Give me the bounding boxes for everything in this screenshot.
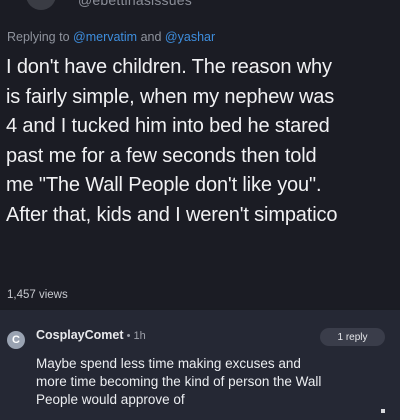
tweet-header: @ebettinasissues <box>0 0 400 14</box>
tweet-text: I don't have children. The reason why is… <box>6 56 338 226</box>
comment-text: Maybe spend less time making excuses and… <box>36 356 322 407</box>
replying-prefix: Replying to <box>7 30 74 44</box>
commenter-avatar[interactable]: C <box>7 331 25 349</box>
comment-timestamp: 1h <box>133 330 146 342</box>
replying-to-line: Replying to @mervatim and @yashar <box>7 30 215 44</box>
view-count[interactable]: 1,457 views <box>7 289 68 301</box>
commenter-username[interactable]: CosplayComet <box>36 328 124 342</box>
tweet-card: @ebettinasissues Replying to @mervatim a… <box>0 0 400 308</box>
comment-separator: • <box>123 330 134 342</box>
comment-card: C CosplayComet • 1h 1 reply Maybe spend … <box>0 310 400 420</box>
author-handle[interactable]: @ebettinasissues <box>78 0 192 8</box>
avatar[interactable] <box>26 0 56 10</box>
replying-and: and <box>137 30 165 44</box>
corner-dot <box>381 409 385 413</box>
comment-header: CosplayComet • 1h <box>36 328 146 342</box>
reply-count-button[interactable]: 1 reply <box>320 328 385 346</box>
mention-link-mervatim[interactable]: @mervatim <box>73 30 137 44</box>
mention-link-yashar[interactable]: @yashar <box>165 30 215 44</box>
